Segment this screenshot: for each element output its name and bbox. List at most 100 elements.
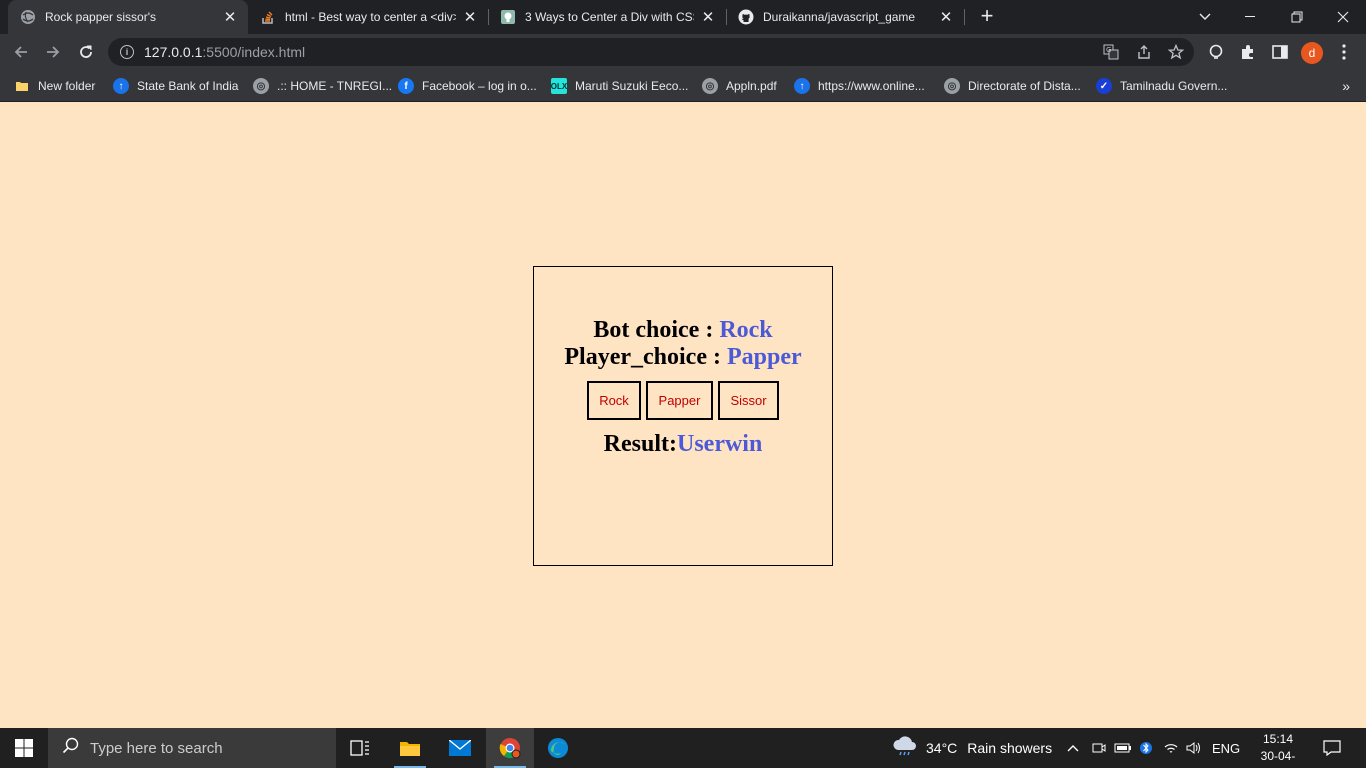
tab-github[interactable]: Duraikanna/javascript_game ✕ (726, 0, 964, 34)
search-placeholder: Type here to search (90, 739, 223, 757)
sbi-icon: ↑ (794, 78, 810, 94)
bookmark-directorate[interactable]: ◎ Directorate of Dista... (944, 76, 1081, 96)
close-tab-icon[interactable]: ✕ (938, 9, 954, 26)
papper-button[interactable]: Papper (646, 381, 713, 420)
profile-avatar[interactable]: d (1301, 42, 1323, 64)
tab-rock-papper[interactable]: Rock papper sissor's ✕ (8, 0, 248, 34)
close-tab-icon[interactable]: ✕ (700, 9, 716, 26)
windows-taskbar: Type here to search 34°C Rain showers EN… (0, 728, 1366, 768)
tab-search-chevron-icon[interactable] (1182, 0, 1228, 34)
bot-choice-line: Bot choice : Rock (593, 317, 772, 344)
browser-toolbar: i 127.0.0.1:5500/index.html G d (0, 34, 1366, 70)
globe-icon: ◎ (253, 78, 269, 94)
github-icon (738, 9, 754, 25)
result-value: Userwin (677, 431, 763, 457)
menu-kebab-icon[interactable] (1334, 42, 1354, 62)
bookmark-label: New folder (38, 79, 96, 93)
bookmark-label: Directorate of Dista... (968, 79, 1081, 93)
input-language[interactable]: ENG (1212, 728, 1240, 768)
choice-buttons: Rock Papper Sissor (587, 381, 779, 420)
bot-choice-value: Rock (719, 317, 773, 343)
volume-icon[interactable] (1186, 728, 1202, 768)
close-tab-icon[interactable]: ✕ (462, 9, 478, 26)
bookmark-online[interactable]: ↑ https://www.online... (794, 76, 925, 96)
meet-now-icon[interactable] (1092, 728, 1106, 768)
tab-title: Rock papper sissor's (45, 10, 156, 24)
player-choice-label: Player_choice : (564, 344, 727, 370)
edge-icon[interactable] (534, 728, 582, 768)
show-hidden-icons-chevron[interactable] (1066, 728, 1080, 768)
extension-bulb-icon[interactable] (1206, 42, 1226, 62)
address-bar[interactable]: i 127.0.0.1:5500/index.html (108, 38, 1194, 66)
weather-temperature: 34°C (926, 740, 958, 756)
sbi-icon: ↑ (113, 78, 129, 94)
bookmark-tnregi[interactable]: ◎ .:: HOME - TNREGI... (253, 76, 392, 96)
page-body: Bot choice : Rock Player_choice : Papper… (0, 103, 1366, 728)
taskbar-search[interactable]: Type here to search (48, 728, 336, 768)
folder-icon (14, 78, 30, 94)
bluetooth-icon[interactable] (1140, 728, 1152, 768)
bookmark-label: State Bank of India (137, 79, 239, 93)
weather-condition: Rain showers (967, 740, 1053, 756)
share-icon[interactable] (1135, 43, 1153, 61)
forward-button[interactable] (40, 39, 66, 65)
facebook-icon: f (398, 78, 414, 94)
bookmark-sbi[interactable]: ↑ State Bank of India (113, 76, 238, 96)
file-explorer-icon[interactable] (386, 728, 434, 768)
bookmark-label: Maruti Suzuki Eeco... (575, 79, 689, 93)
task-view-icon[interactable] (336, 728, 384, 768)
bookmark-label: https://www.online... (818, 79, 925, 93)
bookmark-appln[interactable]: ◎ Appln.pdf (702, 76, 777, 96)
sissor-button[interactable]: Sissor (718, 381, 779, 420)
wifi-icon[interactable] (1163, 728, 1179, 768)
weather-widget[interactable]: 34°C Rain showers (892, 728, 1052, 768)
extensions-puzzle-icon[interactable] (1238, 42, 1258, 62)
battery-icon[interactable] (1114, 728, 1132, 768)
rock-button[interactable]: Rock (587, 381, 641, 420)
game-container: Bot choice : Rock Player_choice : Papper… (533, 266, 833, 566)
bookmarks-overflow-icon[interactable]: » (1342, 78, 1350, 94)
reload-button[interactable] (73, 39, 99, 65)
globe-icon: ◎ (702, 78, 718, 94)
globe-icon (20, 9, 36, 25)
new-tab-button[interactable]: + (976, 5, 998, 28)
bookmark-tamilnadu[interactable]: ✓ Tamilnadu Govern... (1096, 76, 1227, 96)
bookmark-star-icon[interactable] (1167, 43, 1185, 61)
bookmark-facebook[interactable]: f Facebook – log in o... (398, 76, 537, 96)
bookmark-label: Facebook – log in o... (422, 79, 537, 93)
side-panel-icon[interactable] (1270, 42, 1290, 62)
close-window-button[interactable] (1320, 0, 1366, 34)
mail-icon[interactable] (436, 728, 484, 768)
translate-icon[interactable]: G (1102, 43, 1120, 61)
bulb-icon (500, 9, 516, 25)
tab-title: html - Best way to center a <div> (285, 10, 456, 24)
player-choice-value: Papper (726, 344, 802, 370)
close-tab-icon[interactable]: ✕ (222, 9, 238, 26)
rain-cloud-icon (892, 735, 918, 761)
search-icon (62, 737, 80, 760)
start-button[interactable] (0, 728, 48, 768)
tab-title: 3 Ways to Center a Div with CSS. (525, 10, 694, 24)
bot-choice-label: Bot choice : (593, 317, 720, 343)
chrome-icon[interactable] (486, 728, 534, 768)
olx-icon: OLX (551, 78, 567, 94)
clock-date: 30-04-2023 (1260, 749, 1296, 768)
system-clock[interactable]: 15:14 30-04-2023 (1248, 731, 1308, 768)
bookmarks-bar: New folder ↑ State Bank of India ◎ .:: H… (0, 70, 1366, 102)
stackoverflow-icon (260, 9, 276, 25)
bookmark-olx[interactable]: OLX Maruti Suzuki Eeco... (551, 76, 688, 96)
tab-center-div[interactable]: 3 Ways to Center a Div with CSS. ✕ (488, 0, 726, 34)
result-line: Result:Userwin (604, 430, 763, 458)
minimize-button[interactable] (1228, 0, 1274, 34)
back-button[interactable] (8, 39, 34, 65)
windows-logo-icon (15, 739, 33, 757)
site-info-icon[interactable]: i (120, 45, 134, 59)
bookmark-new-folder[interactable]: New folder (14, 76, 95, 96)
restore-button[interactable] (1274, 0, 1320, 34)
globe-icon: ◎ (944, 78, 960, 94)
clock-time: 15:14 (1262, 732, 1294, 746)
tab-stackoverflow[interactable]: html - Best way to center a <div> ✕ (248, 0, 488, 34)
result-label: Result: (603, 431, 677, 457)
bookmark-label: Appln.pdf (726, 79, 777, 93)
notification-icon[interactable] (1322, 738, 1342, 758)
